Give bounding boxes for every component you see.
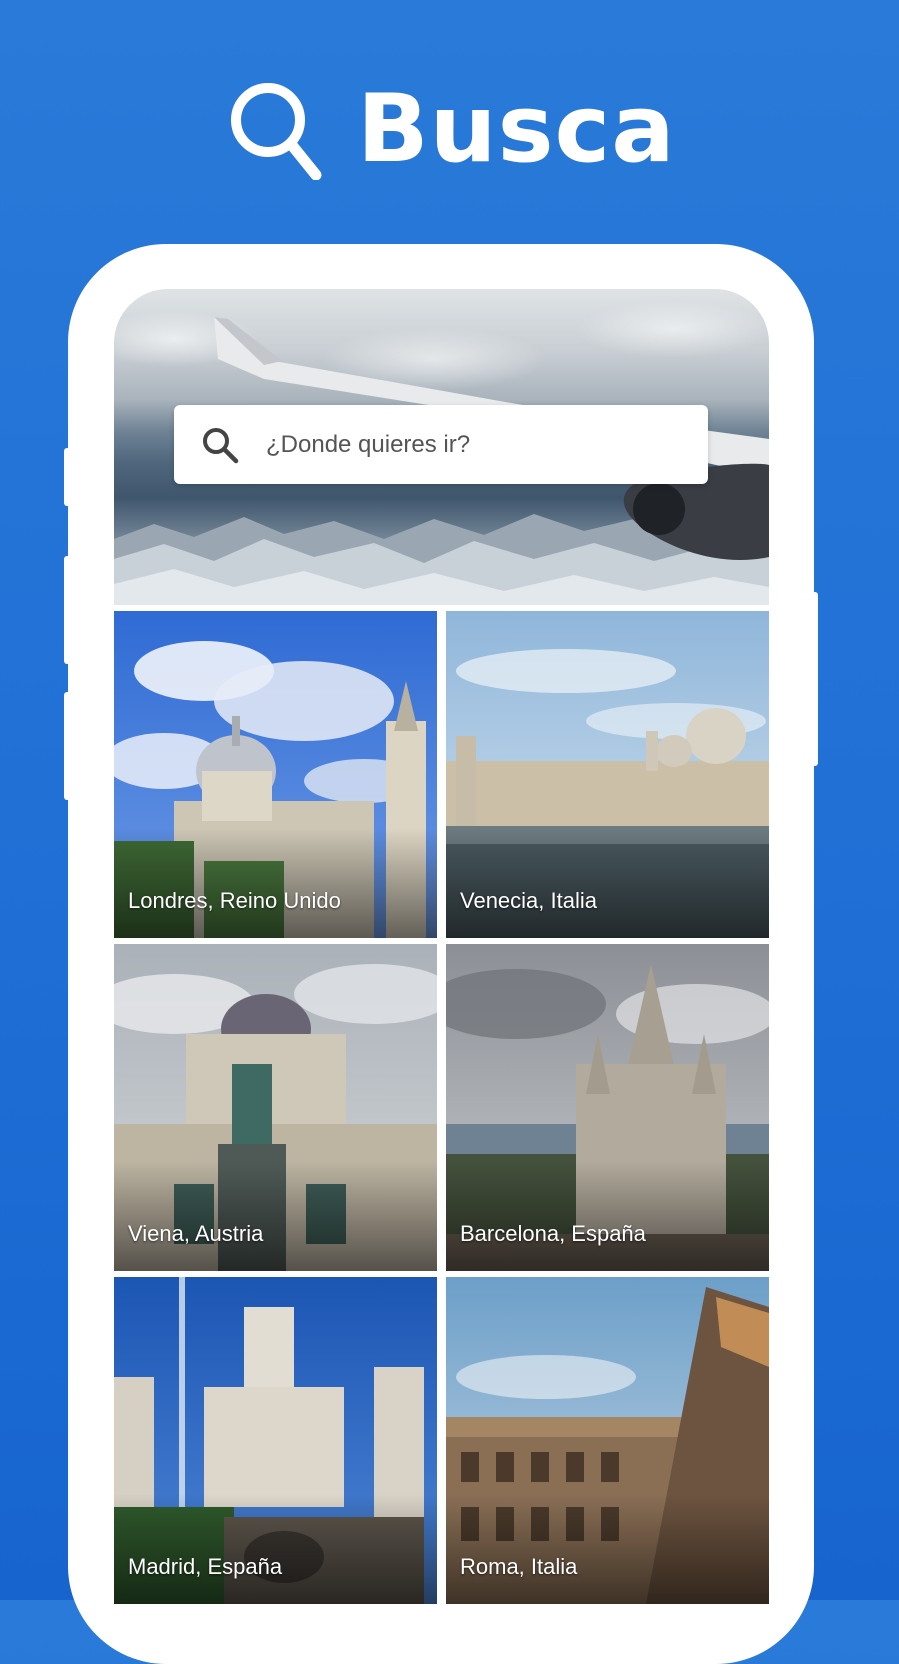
promo-header: Busca [0, 70, 899, 190]
destination-label: Barcelona, España [460, 1221, 646, 1246]
destination-label: Londres, Reino Unido [128, 888, 341, 913]
search-bar[interactable] [174, 405, 708, 484]
destination-label: Madrid, España [128, 1554, 283, 1579]
card-gradient [114, 828, 437, 938]
destination-card-roma[interactable]: Roma, Italia [446, 1277, 769, 1604]
destination-card-londres[interactable]: Londres, Reino Unido [114, 611, 437, 938]
search-input[interactable] [266, 405, 686, 484]
card-gradient [114, 1494, 437, 1604]
destination-card-viena[interactable]: Viena, Austria [114, 944, 437, 1271]
destination-label: Roma, Italia [460, 1554, 578, 1579]
search-icon [231, 83, 322, 180]
destination-card-madrid[interactable]: Madrid, España [114, 1277, 437, 1604]
search-icon [203, 428, 239, 464]
promo-title: Busca [357, 75, 676, 184]
destination-card-venecia[interactable]: Venecia, Italia [446, 611, 769, 938]
hero-banner [114, 289, 769, 605]
app-screen: Londres, Reino Unido [114, 289, 769, 1619]
destination-card-barcelona[interactable]: Barcelona, España [446, 944, 769, 1271]
destination-label: Venecia, Italia [460, 888, 597, 913]
card-gradient [114, 1161, 437, 1271]
card-gradient [446, 1161, 769, 1271]
destination-label: Viena, Austria [128, 1221, 264, 1246]
card-gradient [446, 828, 769, 938]
card-gradient [446, 1494, 769, 1604]
